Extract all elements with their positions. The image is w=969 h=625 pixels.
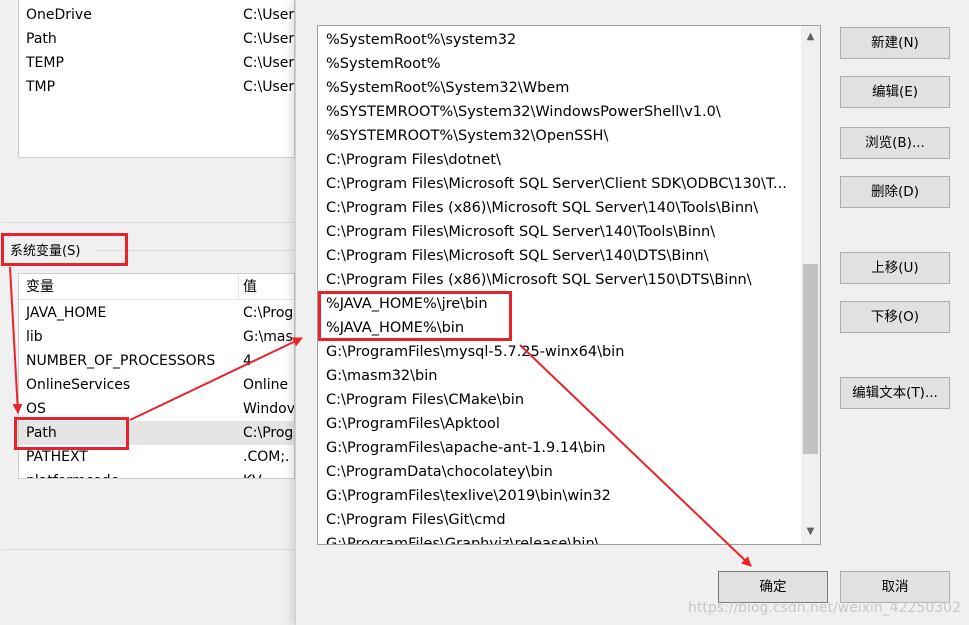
watermark: https://blog.csdn.net/weixin_42250302: [687, 600, 961, 616]
arrow-entries-to-ok: [519, 344, 752, 567]
annotation-arrows: [9, 266, 752, 567]
arrow-label-to-path: [9, 266, 23, 414]
arrow-path-to-dialog: [129, 337, 303, 421]
